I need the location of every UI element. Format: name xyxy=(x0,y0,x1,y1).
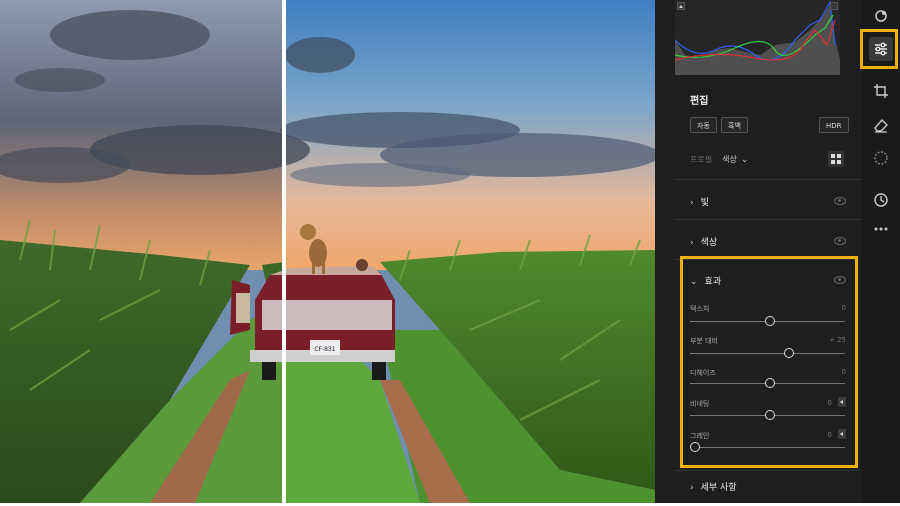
divider xyxy=(675,179,860,180)
history-icon[interactable] xyxy=(872,191,890,209)
chevron-right-icon: › xyxy=(690,238,694,248)
section-effects[interactable]: ⌄ 효과 xyxy=(690,274,721,287)
divider xyxy=(675,259,860,260)
shadow-clip-icon[interactable] xyxy=(677,2,685,10)
edit-tool-highlight-box xyxy=(860,29,898,69)
grain-slider[interactable] xyxy=(690,447,845,448)
edit-panel: 편집 자동 흑백 HDR 프로필 색상 ⌄ › 빛 › 색상 ⌄ 효과 › 세부 사항 xyxy=(655,0,862,503)
bw-button[interactable]: 흑백 xyxy=(721,117,748,133)
eye-icon[interactable] xyxy=(834,197,846,205)
section-light-label: 빛 xyxy=(700,198,709,208)
dehaze-label: 디헤이즈 xyxy=(690,369,716,377)
section-color-label: 색상 xyxy=(700,238,718,248)
tool-strip xyxy=(862,0,900,503)
vignette-slider-thumb[interactable] xyxy=(765,410,775,420)
crop-icon[interactable] xyxy=(872,82,890,100)
clarity-value[interactable]: + 25 xyxy=(829,336,846,344)
before-after-divider[interactable] xyxy=(282,0,286,503)
clarity-label: 부분 대비 xyxy=(690,337,718,345)
chevron-down-icon[interactable]: ⌄ xyxy=(741,155,749,165)
dehaze-slider-thumb[interactable] xyxy=(765,378,775,388)
auto-button[interactable]: 자동 xyxy=(690,117,717,133)
vignette-expand-icon[interactable] xyxy=(838,397,846,407)
section-color[interactable]: › 색상 xyxy=(690,235,717,248)
section-light[interactable]: › 빛 xyxy=(690,195,709,208)
profile-label: 프로필 xyxy=(690,155,713,164)
texture-label: 텍스처 xyxy=(690,305,710,313)
dehaze-value[interactable]: 0 xyxy=(842,368,846,376)
profile-browser-icon[interactable] xyxy=(828,151,844,167)
chevron-right-icon: › xyxy=(690,198,694,208)
section-detail-label: 세부 사항 xyxy=(700,483,737,493)
clarity-slider[interactable] xyxy=(690,353,845,354)
profile-value[interactable]: 색상 xyxy=(722,155,737,164)
panel-title: 편집 xyxy=(690,96,709,107)
divider xyxy=(675,219,860,220)
more-icon[interactable] xyxy=(872,220,890,238)
highlight-clip-icon[interactable] xyxy=(830,2,838,10)
grain-slider-thumb[interactable] xyxy=(690,442,700,452)
heal-icon[interactable] xyxy=(872,7,890,25)
section-detail[interactable]: › 세부 사항 xyxy=(690,480,737,493)
eye-icon[interactable] xyxy=(834,276,846,284)
chevron-right-icon: › xyxy=(690,483,694,493)
grain-label: 그레인 xyxy=(690,432,710,440)
vignette-value[interactable]: 0 xyxy=(828,399,832,407)
section-effects-label: 효과 xyxy=(704,277,722,287)
license-plate: CF-831 xyxy=(314,346,335,353)
eraser-icon[interactable] xyxy=(872,116,890,134)
vignette-label: 비네팅 xyxy=(690,400,710,408)
chevron-down-icon: ⌄ xyxy=(690,277,698,287)
grain-value[interactable]: 0 xyxy=(828,431,832,439)
eye-icon[interactable] xyxy=(834,237,846,245)
clarity-slider-thumb[interactable] xyxy=(784,348,794,358)
profile-row[interactable]: 프로필 색상 ⌄ xyxy=(690,154,748,165)
photo-canvas[interactable]: CF-831 xyxy=(0,0,655,503)
mask-icon[interactable] xyxy=(872,149,890,167)
hdr-button[interactable]: HDR xyxy=(819,117,849,133)
histogram xyxy=(675,0,840,75)
texture-slider-thumb[interactable] xyxy=(765,316,775,326)
grain-expand-icon[interactable] xyxy=(838,429,846,439)
divider xyxy=(675,470,860,471)
photo-image: CF-831 xyxy=(0,0,655,503)
texture-value[interactable]: 0 xyxy=(842,304,846,312)
